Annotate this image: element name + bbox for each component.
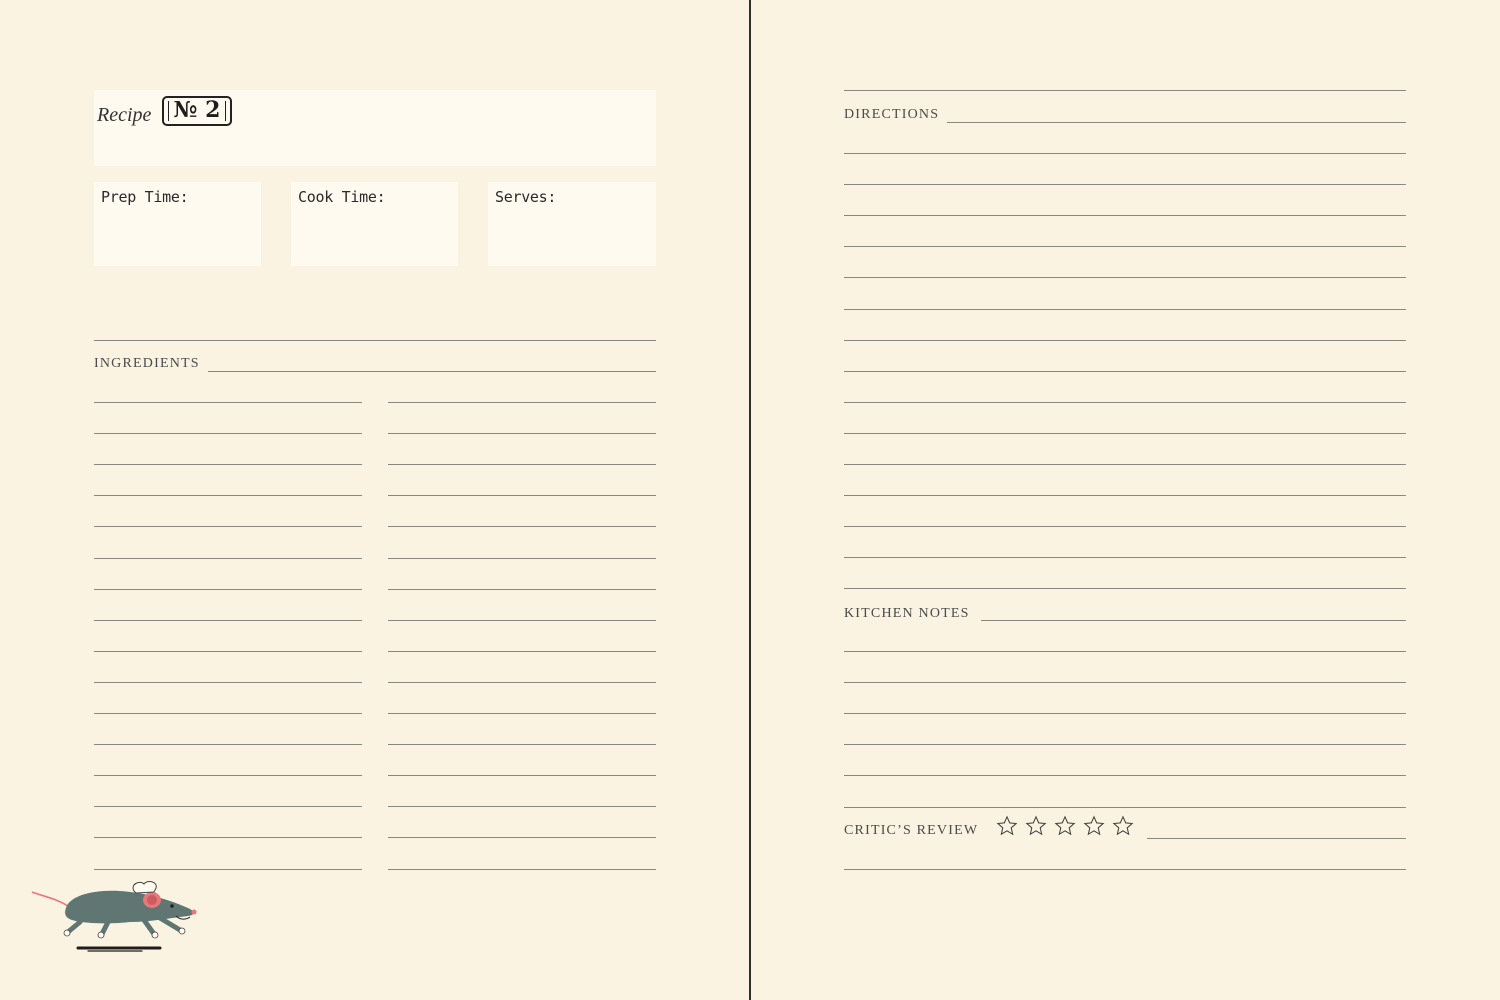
ingredient-line[interactable]: [388, 837, 656, 839]
ingredient-line[interactable]: [94, 806, 362, 808]
ingredient-line[interactable]: [94, 402, 362, 403]
ingredient-line[interactable]: [94, 868, 362, 870]
ingredients-heading: INGREDIENTS: [94, 356, 200, 371]
serves-label: Serves:: [495, 188, 557, 206]
critics-review-heading: CRITIC’S REVIEW: [844, 823, 979, 838]
ingredient-line[interactable]: [388, 464, 656, 466]
ingredient-line[interactable]: [388, 526, 656, 528]
direction-line[interactable]: [844, 432, 1406, 434]
ingredient-line[interactable]: [388, 495, 656, 497]
direction-line[interactable]: [844, 401, 1406, 403]
ingredient-line[interactable]: [94, 650, 362, 652]
direction-line[interactable]: [844, 184, 1406, 186]
cook-time-box[interactable]: Cook Time:: [291, 182, 458, 266]
ingredient-line[interactable]: [388, 588, 656, 590]
ingredient-line[interactable]: [388, 806, 656, 808]
ingredient-line[interactable]: [388, 402, 656, 403]
direction-line[interactable]: [844, 246, 1406, 248]
ingredients-top-rule: [94, 340, 656, 341]
ingredient-line[interactable]: [388, 681, 656, 683]
recipe-number: № 2: [173, 97, 221, 123]
ingredient-line[interactable]: [94, 713, 362, 714]
star-icon[interactable]: [1083, 815, 1105, 837]
book-spine: [749, 0, 751, 1000]
ingredient-line[interactable]: [94, 526, 362, 528]
ingredient-line[interactable]: [94, 775, 362, 777]
prep-time-label: Prep Time:: [101, 188, 189, 206]
direction-line[interactable]: [844, 277, 1406, 279]
ingredient-line[interactable]: [388, 433, 656, 435]
ingredient-line[interactable]: [94, 495, 362, 497]
ingredient-line[interactable]: [388, 868, 656, 870]
star-icon[interactable]: [1054, 815, 1076, 837]
recipe-label: Recipe: [97, 104, 152, 126]
ingredient-line[interactable]: [94, 681, 362, 683]
direction-line[interactable]: [844, 370, 1406, 372]
critics-review-bottom-rule: [844, 869, 1406, 870]
note-line[interactable]: [844, 713, 1406, 715]
ingredient-line[interactable]: [388, 744, 656, 746]
note-line[interactable]: [844, 744, 1406, 746]
ingredients-heading-rule: [208, 371, 656, 372]
chef-rat-icon: [31, 880, 197, 952]
star-icon[interactable]: [1025, 815, 1047, 837]
direction-line[interactable]: [844, 557, 1406, 559]
ingredient-line[interactable]: [94, 744, 362, 746]
ingredient-line[interactable]: [94, 557, 362, 559]
note-line[interactable]: [844, 806, 1406, 808]
ingredient-line[interactable]: [94, 433, 362, 435]
ingredient-line[interactable]: [94, 837, 362, 839]
recipe-title-box[interactable]: Recipe № 2: [94, 90, 656, 166]
ingredient-line[interactable]: [94, 619, 362, 621]
ingredient-line[interactable]: [94, 464, 362, 466]
direction-line[interactable]: [844, 526, 1406, 528]
note-line[interactable]: [844, 775, 1406, 777]
note-line[interactable]: [844, 682, 1406, 684]
ingredient-line[interactable]: [388, 619, 656, 621]
cook-time-label: Cook Time:: [298, 188, 386, 206]
ingredient-line[interactable]: [388, 650, 656, 652]
right-page: [751, 0, 1500, 1000]
kitchen-notes-heading: KITCHEN NOTES: [844, 606, 970, 621]
star-icon[interactable]: [996, 815, 1018, 837]
direction-line[interactable]: [844, 215, 1406, 217]
direction-line[interactable]: [844, 308, 1406, 310]
star-icon[interactable]: [1112, 815, 1134, 837]
recipe-number-badge: № 2: [162, 96, 232, 126]
ingredient-line[interactable]: [388, 557, 656, 559]
prep-time-box[interactable]: Prep Time:: [94, 182, 261, 266]
directions-top-rule: [844, 90, 1406, 91]
ingredient-line[interactable]: [388, 775, 656, 777]
critics-review-heading-rule: [1147, 838, 1406, 839]
kitchen-notes-heading-rule: [981, 620, 1406, 621]
star-rating[interactable]: [996, 815, 1134, 837]
direction-line[interactable]: [844, 339, 1406, 341]
direction-line[interactable]: [844, 153, 1406, 154]
direction-line[interactable]: [844, 588, 1406, 590]
serves-box[interactable]: Serves:: [488, 182, 656, 266]
directions-heading: DIRECTIONS: [844, 107, 940, 122]
directions-heading-rule: [947, 122, 1406, 123]
direction-line[interactable]: [844, 464, 1406, 465]
ingredient-line[interactable]: [94, 588, 362, 590]
direction-line[interactable]: [844, 495, 1406, 497]
note-line[interactable]: [844, 651, 1406, 652]
ingredient-line[interactable]: [388, 713, 656, 714]
